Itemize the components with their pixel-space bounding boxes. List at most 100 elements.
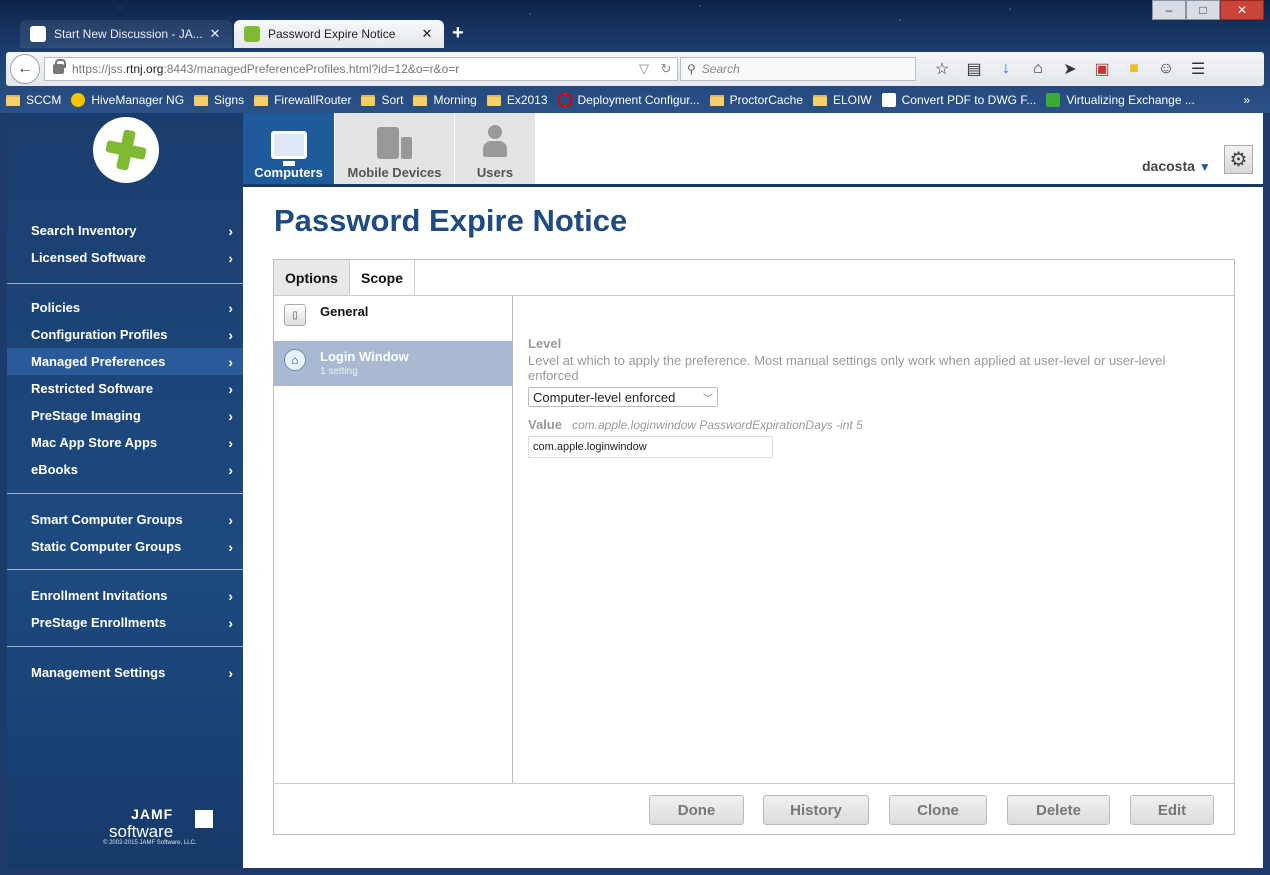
sidebar-item-ebooks[interactable]: eBooks › <box>7 456 243 483</box>
bookmark-item[interactable]: Convert PDF to DWG F... <box>881 93 1036 107</box>
jamf-mark-icon <box>195 810 213 828</box>
extension-icon[interactable]: ■ <box>1118 55 1150 83</box>
chevron-right-icon: › <box>228 326 233 343</box>
login-window-house-icon: ⌂ <box>284 349 306 371</box>
bookmark-item[interactable]: Signs <box>194 93 244 107</box>
home-icon[interactable]: ⌂ <box>1022 55 1054 83</box>
caret-down-icon: ▼ <box>1198 160 1211 174</box>
sidebar-item-restricted-software[interactable]: Restricted Software › <box>7 375 243 402</box>
bookmark-item[interactable]: Sort <box>361 93 403 107</box>
folder-icon <box>812 94 827 106</box>
history-button[interactable]: History <box>763 795 869 825</box>
sidebar-item-smart-computer-groups[interactable]: Smart Computer Groups › <box>7 506 243 533</box>
sidebar-item-enrollment-invitations[interactable]: Enrollment Invitations › <box>7 582 243 609</box>
send-icon[interactable]: ➤ <box>1054 55 1086 83</box>
edit-button[interactable]: Edit <box>1130 795 1214 825</box>
copyright-text: © 2002-2015 JAMF Software, LLC. <box>103 840 197 846</box>
pdf-icon[interactable]: ▣ <box>1086 55 1118 83</box>
jamf-nation-icon <box>30 26 46 42</box>
bookmark-item[interactable]: HiveManager NG <box>71 93 184 107</box>
level-description: Level at which to apply the preference. … <box>528 353 1166 383</box>
jamf-software-logo: JAMF software <box>109 806 213 842</box>
nav-group-inventory: Search Inventory › Licensed Software › <box>7 217 243 271</box>
value-input[interactable]: com.apple.loginwindow <box>528 436 773 458</box>
sidebar-item-search-inventory[interactable]: Search Inventory › <box>7 217 243 244</box>
menu-icon[interactable]: ☰ <box>1182 55 1214 83</box>
maximize-button[interactable]: □ <box>1186 0 1220 20</box>
payload-label: Login Window <box>320 349 409 364</box>
search-placeholder: Search <box>701 62 740 76</box>
clone-button[interactable]: Clone <box>889 795 987 825</box>
close-tab-icon[interactable]: ✕ <box>208 26 222 42</box>
nav-group-groups: Smart Computer Groups › Static Computer G… <box>7 506 243 560</box>
payload-setting-count: 1 setting <box>320 366 358 377</box>
chevron-right-icon: › <box>228 664 233 681</box>
sidebar-item-licensed-software[interactable]: Licensed Software › <box>7 244 243 271</box>
download-icon[interactable]: ↓ <box>990 55 1022 83</box>
search-icon: ⚲ <box>687 62 696 76</box>
close-tab-icon[interactable]: ✕ <box>420 26 434 42</box>
bookmark-star-icon[interactable]: ☆ <box>926 55 958 83</box>
browser-tab-discussion[interactable]: Start New Discussion - JA... ✕ <box>20 20 232 48</box>
sidebar-item-management-settings[interactable]: Management Settings › <box>7 659 243 686</box>
user-menu[interactable]: dacosta ▼ <box>1142 158 1211 174</box>
navigation-bar: ← https://jss.rtnj.org:8443/managedPrefe… <box>6 52 1264 86</box>
bookmark-item[interactable]: FirewallRouter <box>254 93 351 107</box>
sidebar-item-mac-app-store-apps[interactable]: Mac App Store Apps › <box>7 429 243 456</box>
done-button[interactable]: Done <box>649 795 744 825</box>
sidebar-item-prestage-imaging[interactable]: PreStage Imaging › <box>7 402 243 429</box>
chevron-right-icon: › <box>228 249 233 266</box>
minimize-button[interactable]: – <box>1152 0 1186 20</box>
action-bar: Done History Clone Delete Edit <box>274 783 1234 834</box>
bookmark-item[interactable]: Ex2013 <box>486 93 548 107</box>
hivemanager-icon <box>71 93 86 107</box>
bookmark-item[interactable]: Morning <box>413 93 477 107</box>
chevron-right-icon: › <box>228 222 233 239</box>
sidebar-divider <box>7 646 243 647</box>
tab-title: Start New Discussion - JA... <box>54 27 203 41</box>
sidebar-item-configuration-profiles[interactable]: Configuration Profiles › <box>7 321 243 348</box>
browser-chrome: – □ ✕ Start New Discussion - JA... ✕ Pas… <box>0 0 1270 113</box>
tab-scope[interactable]: Scope <box>350 260 415 295</box>
bookmarks-overflow-icon[interactable]: » <box>1243 93 1250 107</box>
payload-login-window[interactable]: ⌂ Login Window 1 setting <box>274 341 513 386</box>
bookmark-item[interactable]: Virtualizing Exchange ... <box>1046 93 1195 107</box>
general-switch-icon: ▯ <box>284 304 306 326</box>
toolbar-icons: ☆ ▤ ↓ ⌂ ➤ ▣ ■ ☺ ☰ <box>926 55 1214 83</box>
chevron-right-icon: › <box>228 380 233 397</box>
sidebar-item-static-computer-groups[interactable]: Static Computer Groups › <box>7 533 243 560</box>
reading-list-icon[interactable]: ▤ <box>958 55 990 83</box>
bookmark-item[interactable]: Deployment Configur... <box>557 93 700 107</box>
reload-icon[interactable]: ↻ <box>655 61 677 77</box>
settings-gear-button[interactable]: ⚙ <box>1224 145 1253 174</box>
payload-general[interactable]: ▯ General <box>274 296 513 340</box>
url-bar[interactable]: https://jss.rtnj.org:8443/managedPrefere… <box>44 57 678 81</box>
bookmark-item[interactable]: ProctorCache <box>709 93 803 107</box>
chat-icon[interactable]: ☺ <box>1150 55 1182 83</box>
oracle-icon <box>557 93 572 107</box>
search-input[interactable]: ⚲ Search <box>680 57 916 81</box>
sidebar-item-prestage-enrollments[interactable]: PreStage Enrollments › <box>7 609 243 636</box>
folder-icon <box>486 94 501 106</box>
nav-group-management: Policies › Configuration Profiles › Manage… <box>7 294 243 483</box>
header-divider <box>243 184 1263 187</box>
tab-users[interactable]: Users <box>455 113 535 184</box>
jss-app: Search Inventory › Licensed Software › Pol… <box>7 113 1263 868</box>
dropdown-arrow-icon[interactable]: ▽ <box>633 61 655 77</box>
tab-options[interactable]: Options <box>274 260 350 295</box>
chevron-right-icon: › <box>228 299 233 316</box>
jss-logo[interactable] <box>93 117 159 183</box>
back-button[interactable]: ← <box>10 54 40 84</box>
delete-button[interactable]: Delete <box>1007 795 1110 825</box>
chevron-right-icon: › <box>228 614 233 631</box>
bookmark-item[interactable]: SCCM <box>6 93 61 107</box>
tab-computers[interactable]: Computers <box>243 113 334 184</box>
tab-mobile-devices[interactable]: Mobile Devices <box>335 113 454 184</box>
sidebar-item-managed-preferences[interactable]: Managed Preferences › <box>7 348 243 375</box>
browser-tab-password-expire[interactable]: Password Expire Notice ✕ <box>234 20 444 48</box>
bookmark-item[interactable]: ELOIW <box>812 93 872 107</box>
level-select[interactable]: Computer-level enforced ﹀ <box>528 387 718 407</box>
close-window-button[interactable]: ✕ <box>1220 0 1264 20</box>
new-tab-button[interactable]: + <box>452 22 464 45</box>
sidebar-item-policies[interactable]: Policies › <box>7 294 243 321</box>
